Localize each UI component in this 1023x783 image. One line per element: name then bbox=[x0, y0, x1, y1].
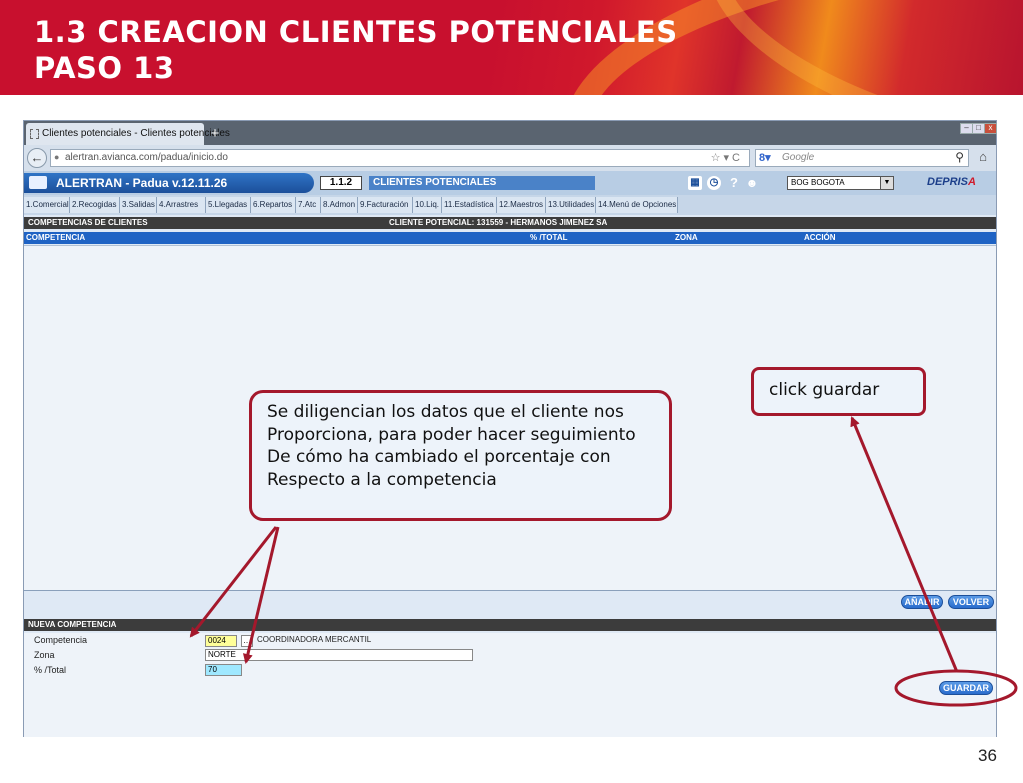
menu-item-repartos[interactable]: 6.Repartos bbox=[251, 197, 296, 213]
competencia-name: COORDINADORA MERCANTIL bbox=[257, 635, 372, 644]
menu-item-salidas[interactable]: 3.Salidas bbox=[120, 197, 157, 213]
menu-item-recogidas[interactable]: 2.Recogidas bbox=[70, 197, 120, 213]
user-icon[interactable]: ☻ bbox=[745, 176, 759, 190]
save-callout: click guardar bbox=[751, 367, 926, 416]
main-menu: 1.Comercial 2.Recogidas 3.Salidas 4.Arra… bbox=[24, 195, 996, 215]
new-tab-button[interactable]: + bbox=[205, 124, 225, 144]
company-logo: DEPRISA bbox=[927, 176, 976, 188]
search-input[interactable]: 8▾ Google ⚲ bbox=[755, 149, 969, 167]
globe-icon: ● bbox=[54, 152, 60, 162]
back-icon[interactable]: ← bbox=[27, 148, 47, 168]
calendar-icon[interactable]: ▦ bbox=[688, 176, 702, 190]
add-button[interactable]: AÑADIR bbox=[901, 595, 943, 609]
lookup-icon[interactable]: … bbox=[241, 635, 253, 647]
home-icon[interactable]: ⌂ bbox=[974, 149, 992, 167]
column-competencia: COMPETENCIA bbox=[26, 233, 86, 242]
table-header: COMPETENCIA % /TOTAL ZONA ACCIÓN bbox=[24, 232, 996, 244]
menu-item-llegadas[interactable]: 5.Llegadas bbox=[206, 197, 251, 213]
menu-item-utilidades[interactable]: 13.Utilidades bbox=[546, 197, 596, 213]
column-accion: ACCIÓN bbox=[804, 233, 836, 242]
module-code-field[interactable]: 1.1.2 bbox=[320, 176, 362, 190]
callout-line: Se diligencian los datos que el cliente … bbox=[267, 402, 624, 422]
save-button[interactable]: GUARDAR bbox=[939, 681, 993, 695]
search-icon[interactable]: ⚲ bbox=[955, 150, 964, 164]
chevron-down-icon: ▼ bbox=[880, 177, 893, 189]
tab-title: Clientes potenciales - Clientes potencia… bbox=[42, 128, 230, 139]
menu-item-facturacion[interactable]: 9.Facturación bbox=[358, 197, 413, 213]
instruction-callout: Se diligencian los datos que el cliente … bbox=[249, 390, 672, 521]
zona-input[interactable]: NORTE bbox=[205, 649, 473, 661]
menu-item-atc[interactable]: 7.Atc bbox=[296, 197, 321, 213]
module-name: CLIENTES POTENCIALES bbox=[369, 176, 595, 190]
star-icon[interactable]: ☆▾C bbox=[711, 151, 743, 164]
menu-item-estadistica[interactable]: 11.Estadística bbox=[442, 197, 497, 213]
callout-line: De cómo ha cambiado el porcentaje con bbox=[267, 447, 611, 467]
total-label: % /Total bbox=[34, 665, 67, 675]
save-note: click guardar bbox=[769, 380, 880, 400]
page-number: 36 bbox=[978, 746, 997, 765]
total-input[interactable]: 70 bbox=[205, 664, 242, 676]
nueva-section-bar: NUEVA COMPETENCIA bbox=[24, 619, 996, 631]
url-text: alertran.avianca.com/padua/inicio.do bbox=[65, 152, 228, 163]
page-icon bbox=[30, 129, 39, 139]
callout-line: Proporciona, para poder hacer seguimient… bbox=[267, 424, 636, 445]
menu-item-maestros[interactable]: 12.Maestros bbox=[497, 197, 546, 213]
browser-tab[interactable]: Clientes potenciales - Clientes potencia… bbox=[26, 123, 230, 145]
branch-select[interactable]: BOG BOGOTA ▼ bbox=[787, 176, 894, 190]
column-total: % /TOTAL bbox=[530, 233, 568, 242]
slide-title: 1.3 CREACION CLIENTES POTENCIALES bbox=[34, 15, 678, 49]
zona-label: Zona bbox=[34, 650, 55, 660]
client-label: CLIENTE POTENCIAL: 131559 - HERMANOS JIM… bbox=[389, 218, 608, 227]
url-bar[interactable]: ● alertran.avianca.com/padua/inicio.do ☆… bbox=[50, 149, 750, 167]
app-header: ALERTRAN - Padua v.12.11.26 1.1.2 CLIENT… bbox=[24, 171, 996, 195]
column-zona: ZONA bbox=[675, 233, 698, 242]
competencias-section-bar: COMPETENCIAS DE CLIENTES CLIENTE POTENCI… bbox=[24, 217, 996, 229]
clock-icon[interactable]: ◷ bbox=[707, 176, 721, 190]
menu-item-arrastres[interactable]: 4.Arrastres bbox=[157, 197, 206, 213]
section-title: COMPETENCIAS DE CLIENTES bbox=[28, 218, 148, 227]
app-banner: ALERTRAN - Padua v.12.11.26 bbox=[24, 173, 314, 193]
google-icon: 8▾ bbox=[759, 152, 771, 164]
section-title: NUEVA COMPETENCIA bbox=[28, 620, 117, 629]
help-icon[interactable]: ? bbox=[727, 176, 741, 190]
menu-item-liq[interactable]: 10.Liq. bbox=[413, 197, 442, 213]
close-icon[interactable]: x bbox=[984, 123, 997, 134]
back-button[interactable]: VOLVER bbox=[948, 595, 994, 609]
menu-item-admon[interactable]: 8.Admon bbox=[321, 197, 358, 213]
branch-value: BOG BOGOTA bbox=[791, 178, 845, 187]
nueva-competencia-form: Competencia 0024 … COORDINADORA MERCANTI… bbox=[24, 633, 996, 737]
callout-line: Respecto a la competencia bbox=[267, 469, 497, 490]
slide-subtitle: PASO 13 bbox=[34, 51, 175, 85]
search-placeholder: Google bbox=[782, 152, 815, 163]
menu-item-opciones[interactable]: 14.Menú de Opciones bbox=[596, 197, 678, 213]
truck-icon bbox=[29, 176, 47, 189]
competencia-label: Competencia bbox=[34, 635, 88, 645]
slide-header: 1.3 CREACION CLIENTES POTENCIALES PASO 1… bbox=[0, 0, 1023, 95]
address-toolbar: ← ● alertran.avianca.com/padua/inicio.do… bbox=[24, 145, 996, 171]
competencia-code-input[interactable]: 0024 bbox=[205, 635, 237, 647]
tab-bar: Clientes potenciales - Clientes potencia… bbox=[24, 121, 997, 145]
app-name: ALERTRAN - Padua v.12.11.26 bbox=[56, 176, 228, 190]
menu-item-comercial[interactable]: 1.Comercial bbox=[24, 197, 70, 213]
